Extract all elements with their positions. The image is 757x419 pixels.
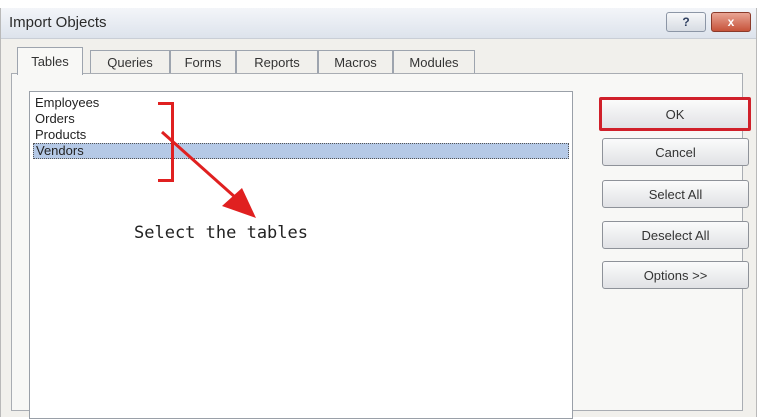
help-button[interactable]: ?	[666, 12, 706, 32]
tab-macros[interactable]: Macros	[318, 50, 393, 74]
tab-reports[interactable]: Reports	[236, 50, 318, 74]
deselect-all-button[interactable]: Deselect All	[602, 221, 749, 249]
tab-queries[interactable]: Queries	[90, 50, 170, 74]
list-item-orders[interactable]: Orders	[33, 111, 569, 127]
list-item-products[interactable]: Products	[33, 127, 569, 143]
options-button[interactable]: Options >>	[602, 261, 749, 289]
tab-tables[interactable]: Tables	[17, 47, 83, 75]
select-all-button[interactable]: Select All	[602, 180, 749, 208]
red-arrow-icon	[161, 130, 256, 218]
close-button[interactable]: x	[711, 12, 751, 32]
ok-button[interactable]: OK	[599, 97, 751, 131]
close-icon: x	[727, 15, 735, 29]
tab-modules[interactable]: Modules	[393, 50, 475, 74]
tables-tab-panel: Employees Orders Products Vendors Select…	[11, 73, 751, 419]
question-mark-icon: ?	[682, 15, 690, 29]
tables-listbox[interactable]: Employees Orders Products Vendors Select…	[29, 91, 573, 419]
list-item-employees[interactable]: Employees	[33, 95, 569, 111]
window-title: Import Objects	[9, 14, 107, 31]
list-item-vendors[interactable]: Vendors	[33, 143, 569, 159]
title-bar: Import Objects ? x	[1, 8, 756, 39]
annotation-label: Select the tables	[134, 223, 308, 243]
tab-forms[interactable]: Forms	[170, 50, 236, 74]
import-objects-dialog: Import Objects ? x Tables Queries Forms …	[0, 8, 757, 419]
cancel-button[interactable]: Cancel	[602, 138, 749, 166]
